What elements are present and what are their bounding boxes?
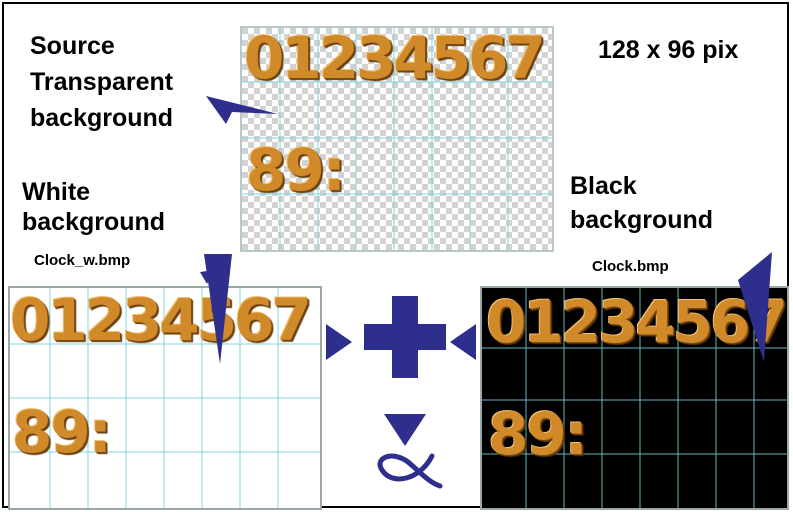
arrow-right-icon: [326, 324, 352, 360]
arrow-down-black-icon: [738, 252, 772, 362]
arrow-down-white-icon: [204, 254, 232, 364]
arrow-down-fish-icon: [384, 414, 426, 446]
plus-icon: [364, 296, 446, 378]
arrow-to-source-icon: [206, 96, 278, 124]
fish-icon: [377, 453, 443, 489]
arrows-overlay: [200, 96, 772, 489]
arrow-left-icon: [450, 324, 476, 360]
